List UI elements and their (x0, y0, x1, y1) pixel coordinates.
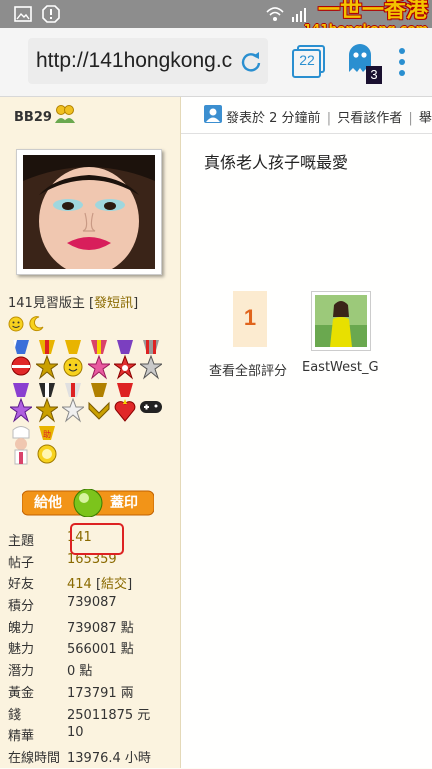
tab-count: 22 (299, 52, 315, 68)
stat-label: 潛力 (8, 664, 35, 680)
medal-icon[interactable] (62, 340, 84, 380)
stat-value: 566001 點 (67, 642, 134, 658)
alert-shield-icon (42, 5, 60, 23)
more-link[interactable]: 舉 (419, 111, 432, 126)
stat-label: 魄力 (8, 620, 35, 636)
view-all-ratings-link[interactable]: 查看全部評分 (209, 360, 287, 379)
browser-toolbar: http://141hongkong.c 22 3 (0, 28, 432, 97)
author-sidebar: BB29 141見習版主 [發短訊] 助 給他 蓋印 主題 141 帖子 165… (0, 97, 181, 768)
avatar[interactable] (16, 149, 162, 275)
user-rank: 141見習版主 [發短訊] (8, 296, 139, 311)
post-body-text: 真係老人孩子嘅最愛 (204, 153, 349, 172)
chef-icon[interactable] (10, 426, 32, 466)
stat-label: 黃金 (8, 685, 35, 701)
medal-icon[interactable] (138, 340, 164, 380)
gallery-icon (14, 6, 32, 22)
medal-icon[interactable] (10, 340, 32, 380)
send-message-link[interactable]: 發短訊 (94, 296, 133, 311)
stat-value[interactable]: 414 (67, 577, 92, 592)
ghost-badge: 3 (366, 66, 382, 84)
menu-dot-icon (399, 59, 405, 65)
medal-icon[interactable] (114, 383, 136, 423)
online-buddy-icon (55, 105, 75, 123)
svg-text:助: 助 (43, 429, 51, 439)
avatar-photo (23, 155, 155, 269)
rater-name-link[interactable]: EastWest_G (302, 360, 379, 375)
stat-value: 739087 (67, 595, 117, 611)
medal-icon[interactable] (88, 383, 110, 423)
medal-icon[interactable] (34, 383, 60, 423)
stamp-button-label-left: 給他 (34, 495, 62, 511)
username-link[interactable]: BB29 (14, 110, 52, 125)
meta-separator: | (326, 111, 332, 126)
stat-label: 精華 (8, 729, 35, 745)
stat-value: 739087 點 (67, 620, 134, 636)
medal-icon[interactable] (112, 340, 138, 380)
rank-title: 141見習版主 (8, 296, 85, 311)
stat-label: 魅力 (8, 642, 35, 658)
overflow-menu-button[interactable] (396, 48, 408, 78)
reload-icon[interactable] (240, 50, 262, 72)
helper-badge-icon[interactable]: 助 (36, 426, 58, 466)
stat-value: 0 點 (67, 664, 93, 680)
stat-label: 好友 (8, 577, 35, 593)
online-user-icon (204, 105, 222, 123)
url-text[interactable]: http://141hongkong.c (36, 49, 232, 73)
rater-avatar[interactable] (311, 291, 371, 351)
watermark-title: 一世一香港 (317, 0, 428, 23)
rating-count-box[interactable]: 1 (233, 291, 267, 347)
sun-level-icon (8, 316, 24, 332)
highlight-annotation (70, 523, 124, 555)
rater-photo (315, 295, 367, 347)
medal-icon[interactable] (8, 383, 34, 423)
stat-value: 25011875 元 (67, 707, 151, 723)
stat-label: 帖子 (8, 555, 35, 571)
menu-dot-icon (399, 48, 405, 54)
stat-value: 173791 兩 (67, 685, 134, 701)
wifi-icon (266, 7, 284, 21)
author-only-link[interactable]: 只看該作者 (337, 111, 402, 126)
stat-label: 主題 (8, 534, 35, 549)
tab-switcher-button[interactable]: 22 (292, 44, 326, 78)
rating-count: 1 (243, 305, 257, 330)
stat-label: 錢 (8, 707, 22, 723)
meta-separator: | (408, 111, 413, 126)
gamepad-icon[interactable] (140, 383, 162, 423)
post-meta-bar: 發表於 2 分鐘前 | 只看該作者 | 舉 (181, 97, 432, 134)
moon-level-icon (29, 316, 44, 332)
add-friend-link[interactable]: 結交 (101, 577, 127, 592)
stat-label: 在線時間 (8, 750, 61, 766)
menu-dot-icon (399, 70, 405, 76)
post-content: 發表於 2 分鐘前 | 只看該作者 | 舉 真係老人孩子嘅最愛 1 查看全部評分… (181, 97, 432, 768)
stat-value: 10 (67, 725, 84, 741)
address-bar[interactable]: http://141hongkong.c (28, 38, 268, 84)
stat-value: 13976.4 小時 (67, 750, 151, 766)
stamp-button-label-right: 蓋印 (110, 495, 138, 511)
medal-icon[interactable] (60, 383, 86, 423)
stat-label: 積分 (8, 599, 35, 615)
post-time: 發表於 2 分鐘前 (226, 111, 321, 126)
medal-icon[interactable] (86, 340, 112, 380)
medal-icon[interactable] (34, 340, 60, 380)
